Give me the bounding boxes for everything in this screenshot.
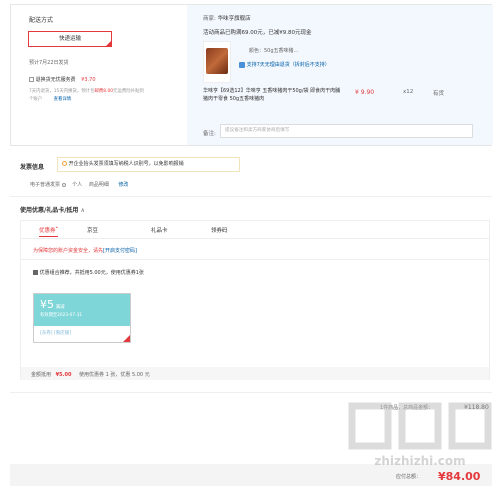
watermark-text: zhizhizhi.com: [374, 454, 466, 468]
invoice-tip: 开企业抬头发票须填写纳税人识别号，以免影响报销: [57, 157, 240, 172]
refund-option-row: 退换货无忧服务费 ¥3.70: [29, 76, 96, 83]
invoice-title: 发票信息: [20, 164, 45, 171]
invoice-type: 电子普通发票: [30, 182, 61, 188]
combine-row: 优惠组合推荐，共抵用5.00元，使用优惠券1张: [33, 269, 144, 276]
refund-option-label: 退换货无忧服务费: [35, 77, 76, 83]
coupon-tag-dongquan: [东券]: [40, 331, 53, 336]
coupon-card-header: ¥5 满减 有效期至2023-07-31: [34, 294, 130, 326]
jerky-picture: [206, 48, 228, 74]
coupon-tags: [东券] [限店铺]: [34, 326, 130, 340]
coupon-amount: ¥5: [40, 298, 54, 311]
coupon-tag-shop: [限店铺]: [53, 331, 71, 336]
product-variant: 颜色：50g五香味猪...: [249, 48, 299, 54]
coupon-date: 有效期至2023-07-31: [40, 313, 83, 318]
product-qty: x12: [403, 89, 414, 95]
express-label: 快递运输: [58, 36, 81, 42]
coupon-summary: 金额抵用 ¥5.00 使用优惠券 1 张，优惠 5.00 元: [31, 372, 150, 378]
shield-icon: [239, 61, 245, 68]
shipping-title: 配送方式: [29, 17, 54, 24]
combine-checkbox[interactable]: [33, 270, 38, 275]
info-icon[interactable]: [61, 182, 66, 187]
stock-status: 有货: [433, 91, 445, 97]
shipping-panel: 配送方式 快递运输 预计7月22日发货 退换货无忧服务费 ¥3.70 7天内退货…: [11, 5, 187, 145]
tab-jingdou[interactable]: 京豆: [87, 226, 98, 234]
divider: [10, 392, 492, 393]
pay-total-label: 应付总额：: [396, 474, 422, 480]
selected-corner-icon: [123, 335, 130, 342]
refund-description: 7天内退货，15天内换货，预计包邮费8.00元运费险补贴到 个账户 查看详情: [29, 89, 144, 102]
refund-checkbox[interactable]: [29, 77, 34, 82]
coupon-card[interactable]: ¥5 满减 有效期至2023-07-31 [东券] [限店铺]: [33, 293, 131, 343]
delivery-date: 预计7月22日发货: [29, 60, 69, 66]
support-row: 支持7天无理由退货（拆封后不支持）: [239, 61, 330, 68]
invoice-payer: 个人: [72, 182, 83, 188]
security-warning: 为保障您的账户资金安全，请先[开启支付密码]: [33, 248, 137, 254]
shop-name[interactable]: 华味亨旗舰店: [218, 16, 251, 22]
invoice-edit-link[interactable]: 修改: [118, 182, 128, 188]
watermark: zhizhizhi.com: [348, 396, 492, 468]
coupon-section-title[interactable]: 使用优惠/礼品卡/抵用 ∧: [20, 205, 85, 214]
tab-coupon[interactable]: 优惠券•: [39, 226, 59, 237]
tab-coupon-code[interactable]: 领券码: [211, 226, 228, 234]
divider: [21, 259, 489, 260]
coupon-panel: 优惠券• 京豆 礼品卡 领券码 为保障您的账户资金安全，请先[开启支付密码] 优…: [20, 220, 490, 380]
pay-total-value: ¥84.00: [438, 470, 481, 483]
remark-label: 备注:: [203, 131, 216, 137]
location-icon: [62, 161, 67, 166]
support-link[interactable]: 支持7天无理由退货（拆封后不支持）: [247, 62, 330, 68]
coupon-type: 满减: [55, 305, 65, 310]
divider: [10, 196, 492, 197]
shop-row: 商家: 华味亨旗舰店: [203, 16, 251, 22]
promo-text: 活动商品已购满69.00元，已减¥9.80元现金: [203, 30, 312, 36]
invoice-content: 商品明细: [88, 182, 109, 188]
product-image[interactable]: [203, 41, 231, 83]
remark-input[interactable]: 提议备注和卖方商家协商后填写: [220, 124, 473, 138]
watermark-logo-icon: [348, 402, 492, 450]
refund-price: ¥3.70: [81, 77, 96, 83]
selected-corner-icon: [106, 41, 111, 46]
express-option-button[interactable]: 快递运输: [28, 31, 112, 47]
summary-amount: ¥5.00: [55, 372, 72, 378]
coupon-tabs: 优惠券• 京豆 礼品卡 领券码: [21, 221, 489, 239]
product-price: ¥ 9.90: [355, 89, 375, 96]
store-panel: 商家: 华味亨旗舰店 活动商品已购满69.00元，已减¥9.80元现金 颜色：5…: [187, 5, 493, 145]
enable-password-link[interactable]: [开启支付密码]: [103, 248, 137, 254]
chevron-up-icon[interactable]: ∧: [80, 207, 84, 214]
product-name[interactable]: 华味亨【69选12】华味亨 五香味猪肉干50g/袋 即食肉干肉脯 猪肉干零食 5…: [203, 87, 341, 103]
refund-detail-link[interactable]: 查看详情: [54, 97, 72, 102]
tab-gift-card[interactable]: 礼品卡: [151, 226, 168, 234]
order-info-section: 配送方式 快递运输 预计7月22日发货 退换货无忧服务费 ¥3.70 7天内退货…: [10, 4, 493, 146]
invoice-detail-row: 电子普通发票 个人 商品明细 修改: [30, 181, 128, 188]
